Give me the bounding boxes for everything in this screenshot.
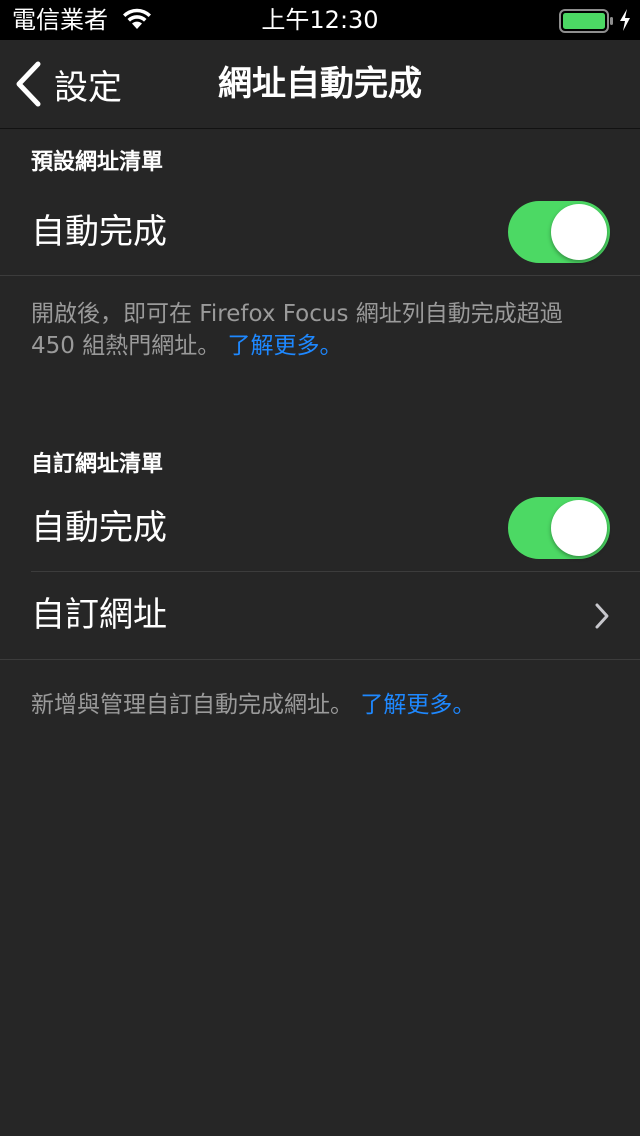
custom-autocomplete-toggle[interactable] [508,497,610,559]
learn-more-link[interactable]: 了解更多。 [360,692,475,718]
screen: 電信業者 上午12:30 設定 網址自動完成 預設網址清單 自動完成 開啟後，即… [0,0,640,1136]
charging-bolt-icon [620,9,630,31]
row-custom-urls[interactable]: 自訂網址 [0,572,640,658]
section-footer-default-list: 開啟後，即可在 Firefox Focus 網址列自動完成超過 450 組熱門網… [31,298,611,362]
section-header-custom-list: 自訂網址清單 [31,452,164,477]
page-title: 網址自動完成 [218,64,422,104]
row-custom-autocomplete: 自動完成 [0,485,640,571]
battery-icon [559,9,613,33]
divider [0,659,640,660]
footer-description: 新增與管理自訂自動完成網址。 [31,692,353,718]
divider [0,275,640,276]
section-footer-custom-list: 新增與管理自訂自動完成網址。 了解更多。 [31,689,611,721]
row-label: 自訂網址 [31,595,167,635]
section-header-default-list: 預設網址清單 [31,150,164,175]
row-label: 自動完成 [31,508,167,548]
row-default-autocomplete: 自動完成 [0,189,640,275]
nav-bar: 設定 網址自動完成 [0,40,640,129]
toggle-knob [551,204,607,260]
default-autocomplete-toggle[interactable] [508,201,610,263]
row-label: 自動完成 [31,212,167,252]
learn-more-link[interactable]: 了解更多。 [228,333,343,359]
toggle-knob [551,500,607,556]
status-bar: 電信業者 上午12:30 [0,0,640,40]
status-time: 上午12:30 [261,6,379,34]
chevron-right-icon [595,603,609,629]
